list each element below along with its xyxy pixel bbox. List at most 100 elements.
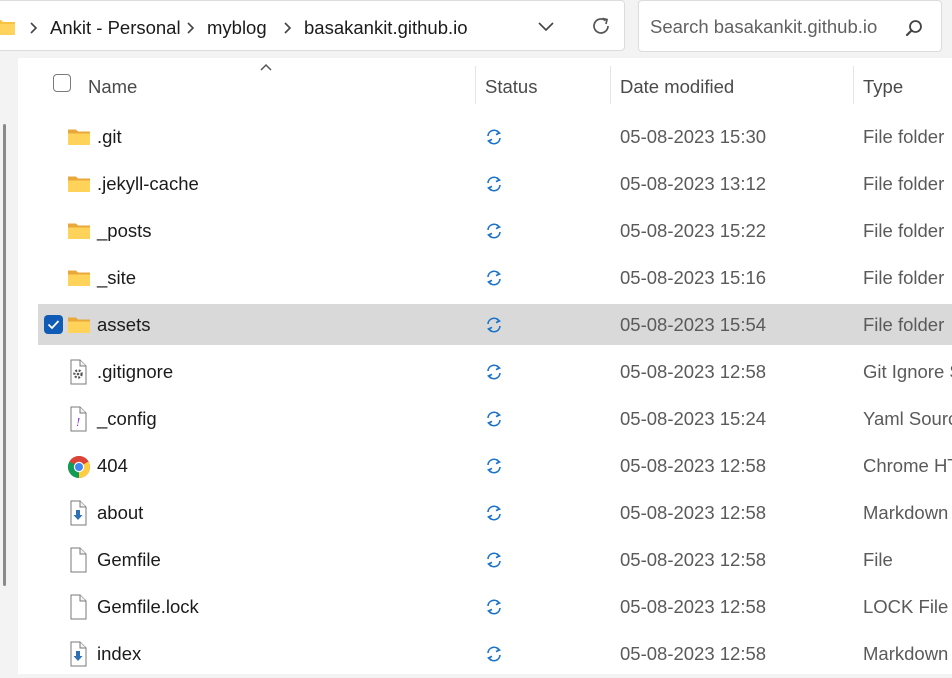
- folder-icon: [67, 173, 91, 197]
- sync-icon: [484, 362, 504, 387]
- file-row[interactable]: .jekyll-cache 05-08-2023 13:12 File folder: [38, 163, 952, 204]
- navigation-pane: [0, 58, 18, 678]
- breadcrumb-item[interactable]: basakankit.github.io: [304, 17, 468, 39]
- file-row[interactable]: assets 05-08-2023 15:54 File folder: [38, 304, 952, 345]
- file-icon: [67, 547, 91, 573]
- file-type: Markdown: [863, 643, 949, 664]
- chevron-right-icon: [187, 22, 195, 34]
- file-name[interactable]: assets: [97, 314, 150, 336]
- date-modified: 05-08-2023 15:24: [620, 408, 767, 429]
- file-row[interactable]: Gemfile.lock 05-08-2023 12:58 LOCK File: [38, 586, 952, 627]
- file-name[interactable]: .git: [97, 126, 122, 148]
- row-checkbox[interactable]: [44, 315, 63, 334]
- date-modified: 05-08-2023 12:58: [620, 361, 767, 382]
- file-name[interactable]: .jekyll-cache: [97, 173, 199, 195]
- date-modified: 05-08-2023 12:58: [620, 502, 767, 523]
- file-name[interactable]: Gemfile.lock: [97, 596, 199, 618]
- file-name[interactable]: about: [97, 502, 143, 524]
- file-row[interactable]: .gitignore 05-08-2023 12:58 Git Ignore S: [38, 351, 952, 392]
- yaml-file-icon: !: [67, 406, 91, 432]
- refresh-icon[interactable]: [589, 14, 613, 38]
- file-name[interactable]: 404: [97, 455, 128, 477]
- checkmark-icon: [47, 320, 60, 330]
- settings-file-icon: [67, 359, 91, 385]
- date-modified: 05-08-2023 12:58: [620, 643, 767, 664]
- file-name[interactable]: _site: [97, 267, 136, 289]
- svg-text:!: !: [76, 416, 80, 429]
- sync-icon: [484, 315, 504, 340]
- breadcrumb-item[interactable]: Ankit - Personal: [50, 17, 181, 39]
- file-type: File folder: [863, 126, 945, 147]
- sync-icon: [484, 597, 504, 622]
- file-name[interactable]: _config: [97, 408, 157, 430]
- file-type: Markdown: [863, 502, 949, 523]
- sync-icon: [484, 550, 504, 575]
- file-type: Chrome HT: [863, 455, 952, 476]
- file-type: File: [863, 549, 893, 570]
- file-name[interactable]: index: [97, 643, 141, 665]
- folder-icon: [0, 20, 15, 35]
- file-row[interactable]: Gemfile 05-08-2023 12:58 File: [38, 539, 952, 580]
- date-modified: 05-08-2023 15:22: [620, 220, 767, 241]
- top-bar: Ankit - Personal myblog basakankit.githu…: [0, 0, 952, 58]
- file-row[interactable]: ! _config 05-08-2023 15:24 Yaml Sourc: [38, 398, 952, 439]
- date-modified: 05-08-2023 12:58: [620, 549, 767, 570]
- search-box[interactable]: [638, 0, 942, 52]
- folder-icon: [67, 126, 91, 150]
- column-header-name[interactable]: Name: [88, 76, 137, 98]
- select-all-checkbox[interactable]: [53, 74, 71, 92]
- search-input[interactable]: [650, 9, 890, 45]
- folder-icon: [67, 267, 91, 291]
- search-icon[interactable]: [904, 18, 924, 38]
- date-modified: 05-08-2023 15:30: [620, 126, 767, 147]
- file-name[interactable]: .gitignore: [97, 361, 173, 383]
- column-divider[interactable]: [610, 66, 611, 104]
- column-header-type[interactable]: Type: [863, 76, 903, 98]
- file-row[interactable]: about 05-08-2023 12:58 Markdown: [38, 492, 952, 533]
- sync-icon: [484, 127, 504, 152]
- scrollbar[interactable]: [3, 124, 6, 586]
- file-type: Yaml Sourc: [863, 408, 952, 429]
- address-bar[interactable]: Ankit - Personal myblog basakankit.githu…: [0, 0, 625, 51]
- chevron-down-icon[interactable]: [537, 19, 555, 33]
- file-type: Git Ignore S: [863, 361, 952, 382]
- chrome-icon: [67, 455, 91, 479]
- markdown-file-icon: [67, 641, 91, 667]
- date-modified: 05-08-2023 15:16: [620, 267, 767, 288]
- date-modified: 05-08-2023 13:12: [620, 173, 767, 194]
- folder-icon: [67, 220, 91, 244]
- chevron-right-icon: [30, 22, 38, 34]
- file-type: LOCK File: [863, 596, 949, 617]
- column-header-status[interactable]: Status: [485, 76, 537, 98]
- file-name[interactable]: Gemfile: [97, 549, 161, 571]
- file-type: File folder: [863, 267, 945, 288]
- column-header-date-modified[interactable]: Date modified: [620, 76, 734, 98]
- chevron-right-icon: [284, 22, 292, 34]
- folder-icon: [67, 314, 91, 338]
- breadcrumb-item[interactable]: myblog: [207, 17, 267, 39]
- file-row[interactable]: 404 05-08-2023 12:58 Chrome HT: [38, 445, 952, 486]
- sync-icon: [484, 221, 504, 246]
- divider: [18, 674, 952, 678]
- file-row[interactable]: index 05-08-2023 12:58 Markdown: [38, 633, 952, 674]
- sync-icon: [484, 174, 504, 199]
- file-type: File folder: [863, 173, 945, 194]
- column-divider[interactable]: [853, 66, 854, 104]
- sync-icon: [484, 268, 504, 293]
- sync-icon: [484, 409, 504, 434]
- file-name[interactable]: _posts: [97, 220, 152, 242]
- sync-icon: [484, 456, 504, 481]
- file-row[interactable]: _site 05-08-2023 15:16 File folder: [38, 257, 952, 298]
- file-row[interactable]: _posts 05-08-2023 15:22 File folder: [38, 210, 952, 251]
- file-icon: [67, 594, 91, 620]
- column-header: Name Status Date modified Type: [18, 58, 952, 113]
- sync-icon: [484, 644, 504, 669]
- file-type: File folder: [863, 314, 945, 335]
- date-modified: 05-08-2023 12:58: [620, 596, 767, 617]
- date-modified: 05-08-2023 12:58: [620, 455, 767, 476]
- sort-ascending-icon: [260, 63, 272, 71]
- column-divider[interactable]: [475, 66, 476, 104]
- file-row[interactable]: .git 05-08-2023 15:30 File folder: [38, 116, 952, 157]
- file-type: File folder: [863, 220, 945, 241]
- markdown-file-icon: [67, 500, 91, 526]
